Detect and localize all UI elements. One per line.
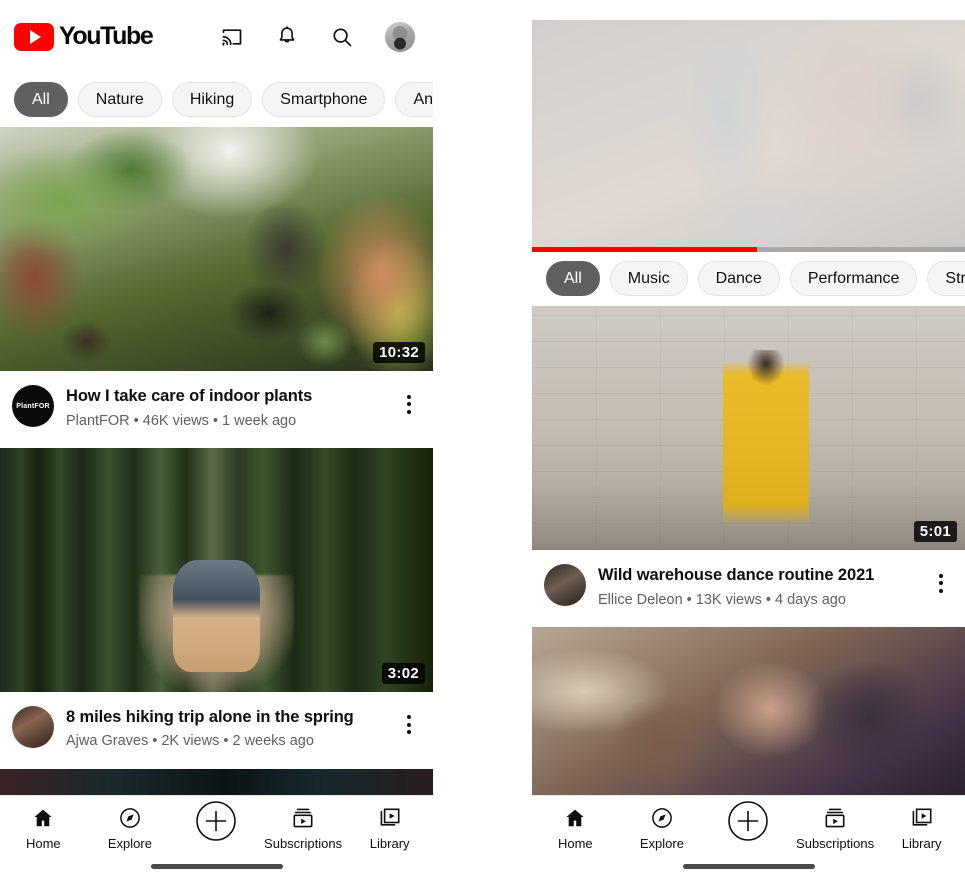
nav-item-explore[interactable]: Explore [87, 805, 174, 851]
more-options-icon[interactable] [929, 562, 953, 604]
channel-avatar[interactable]: PlantFOR [12, 385, 54, 427]
youtube-play-logo-icon [14, 22, 54, 51]
nav-label-subscriptions: Subscriptions [796, 836, 875, 851]
player-progress-bar[interactable] [532, 247, 965, 252]
player-progress-fill [532, 247, 758, 252]
nav-label-home: Home [25, 836, 61, 851]
video-thumbnail[interactable]: 10:32 [0, 127, 433, 371]
nav-label-home: Home [557, 836, 593, 851]
video-meta-text: Wild warehouse dance routine 2021 Ellice… [598, 564, 917, 609]
nav-item-create[interactable]: Create [173, 800, 260, 851]
youtube-logo[interactable]: YouTube [14, 22, 154, 51]
thumbnail-image [0, 447, 433, 692]
compass-icon [650, 805, 674, 831]
channel-avatar[interactable] [544, 564, 586, 606]
chip-music[interactable]: Music [609, 261, 688, 296]
more-options-icon[interactable] [397, 383, 421, 425]
video-duration-badge: 5:01 [913, 521, 957, 542]
chip-all[interactable]: All [546, 261, 600, 296]
plus-circle-icon [194, 800, 238, 841]
video-meta-row: PlantFOR How I take care of indoor plant… [0, 371, 433, 448]
more-options-icon[interactable] [397, 704, 421, 746]
chip-street[interactable]: Stree [927, 261, 965, 296]
video-duration-badge: 3:02 [381, 662, 425, 684]
chip-animals[interactable]: Anim [395, 82, 433, 117]
chip-performance[interactable]: Performance [789, 261, 918, 296]
video-card: 10:32 PlantFOR How I take care of indoor… [0, 127, 433, 448]
screenshot-stage: YouTube All Nature Hiking Smartphone An … [0, 0, 965, 878]
home-indicator [682, 864, 815, 869]
video-player[interactable] [532, 0, 965, 252]
video-feed-left: 10:32 PlantFOR How I take care of indoor… [0, 127, 433, 878]
nav-item-library[interactable]: Library [346, 805, 433, 851]
nav-label-explore: Explore [639, 836, 684, 851]
nav-label-subscriptions: Subscriptions [264, 836, 343, 851]
video-card: 5:01 Wild warehouse dance routine 2021 E… [532, 306, 965, 627]
video-subtitle: Ellice Deleon • 13K views • 4 days ago [598, 591, 846, 608]
library-icon [378, 805, 402, 831]
home-icon [31, 805, 55, 831]
channel-avatar[interactable] [12, 705, 54, 748]
chip-nature[interactable]: Nature [77, 82, 162, 117]
video-meta-text: How I take care of indoor plants PlantFO… [66, 385, 385, 430]
compass-icon [118, 805, 142, 831]
nav-label-library: Library [369, 836, 410, 851]
video-feed-right: 5:01 Wild warehouse dance routine 2021 E… [532, 306, 965, 842]
search-icon[interactable] [330, 25, 354, 49]
nav-item-explore[interactable]: Explore [619, 805, 706, 851]
thumbnail-image [532, 306, 965, 550]
video-title[interactable]: Wild warehouse dance routine 2021 [598, 565, 917, 586]
video-meta-row: Wild warehouse dance routine 2021 Ellice… [532, 550, 965, 627]
home-icon [563, 805, 587, 831]
category-chips-row-left[interactable]: All Nature Hiking Smartphone Anim [0, 73, 433, 127]
bell-icon[interactable] [275, 25, 299, 49]
nav-item-subscriptions[interactable]: Subscriptions [792, 805, 879, 851]
video-title[interactable]: How I take care of indoor plants [66, 386, 385, 407]
phone-mockup-right: All Music Dance Performance Stree 5:01 W… [532, 0, 965, 878]
subscriptions-icon [291, 805, 315, 831]
library-icon [910, 805, 934, 831]
chip-smartphone[interactable]: Smartphone [262, 82, 386, 117]
video-thumbnail[interactable]: 3:02 [0, 447, 433, 692]
video-title[interactable]: 8 miles hiking trip alone in the spring [66, 707, 385, 728]
nav-label-explore: Explore [107, 836, 152, 851]
video-meta-row: 8 miles hiking trip alone in the spring … [0, 691, 433, 769]
app-header: YouTube [0, 0, 433, 73]
home-indicator [150, 864, 283, 869]
cast-icon[interactable] [220, 25, 244, 49]
video-duration-badge: 10:32 [373, 342, 425, 363]
video-subtitle: Ajwa Graves • 2K views • 2 weeks ago [66, 733, 314, 750]
video-meta-text: 8 miles hiking trip alone in the spring … [66, 706, 385, 751]
video-thumbnail[interactable]: 5:01 [532, 306, 965, 550]
nav-label-library: Library [901, 836, 942, 851]
subscriptions-icon [823, 805, 847, 831]
nav-item-subscriptions[interactable]: Subscriptions [260, 805, 347, 851]
phone-mockup-left: YouTube All Nature Hiking Smartphone An … [0, 0, 433, 878]
chip-hiking[interactable]: Hiking [171, 82, 253, 117]
avatar[interactable] [385, 21, 415, 52]
chip-dance[interactable]: Dance [697, 261, 780, 296]
player-video-frame [532, 0, 965, 252]
video-card: 3:02 8 miles hiking trip alone in the sp… [0, 447, 433, 769]
chip-all[interactable]: All [14, 82, 68, 117]
thumbnail-image [0, 127, 433, 371]
video-subtitle: PlantFOR • 46K views • 1 week ago [66, 412, 297, 429]
category-chips-row-right[interactable]: All Music Dance Performance Stree [532, 252, 965, 306]
nav-item-home[interactable]: Home [532, 805, 619, 851]
channel-avatar-label: PlantFOR [16, 402, 50, 410]
app-title: YouTube [59, 22, 154, 50]
nav-item-home[interactable]: Home [0, 805, 87, 851]
player-top-letterbox [532, 0, 965, 20]
plus-circle-icon [726, 800, 770, 841]
nav-item-create[interactable]: Create [705, 800, 792, 851]
nav-item-library[interactable]: Library [878, 805, 965, 851]
header-icon-group [220, 21, 415, 52]
